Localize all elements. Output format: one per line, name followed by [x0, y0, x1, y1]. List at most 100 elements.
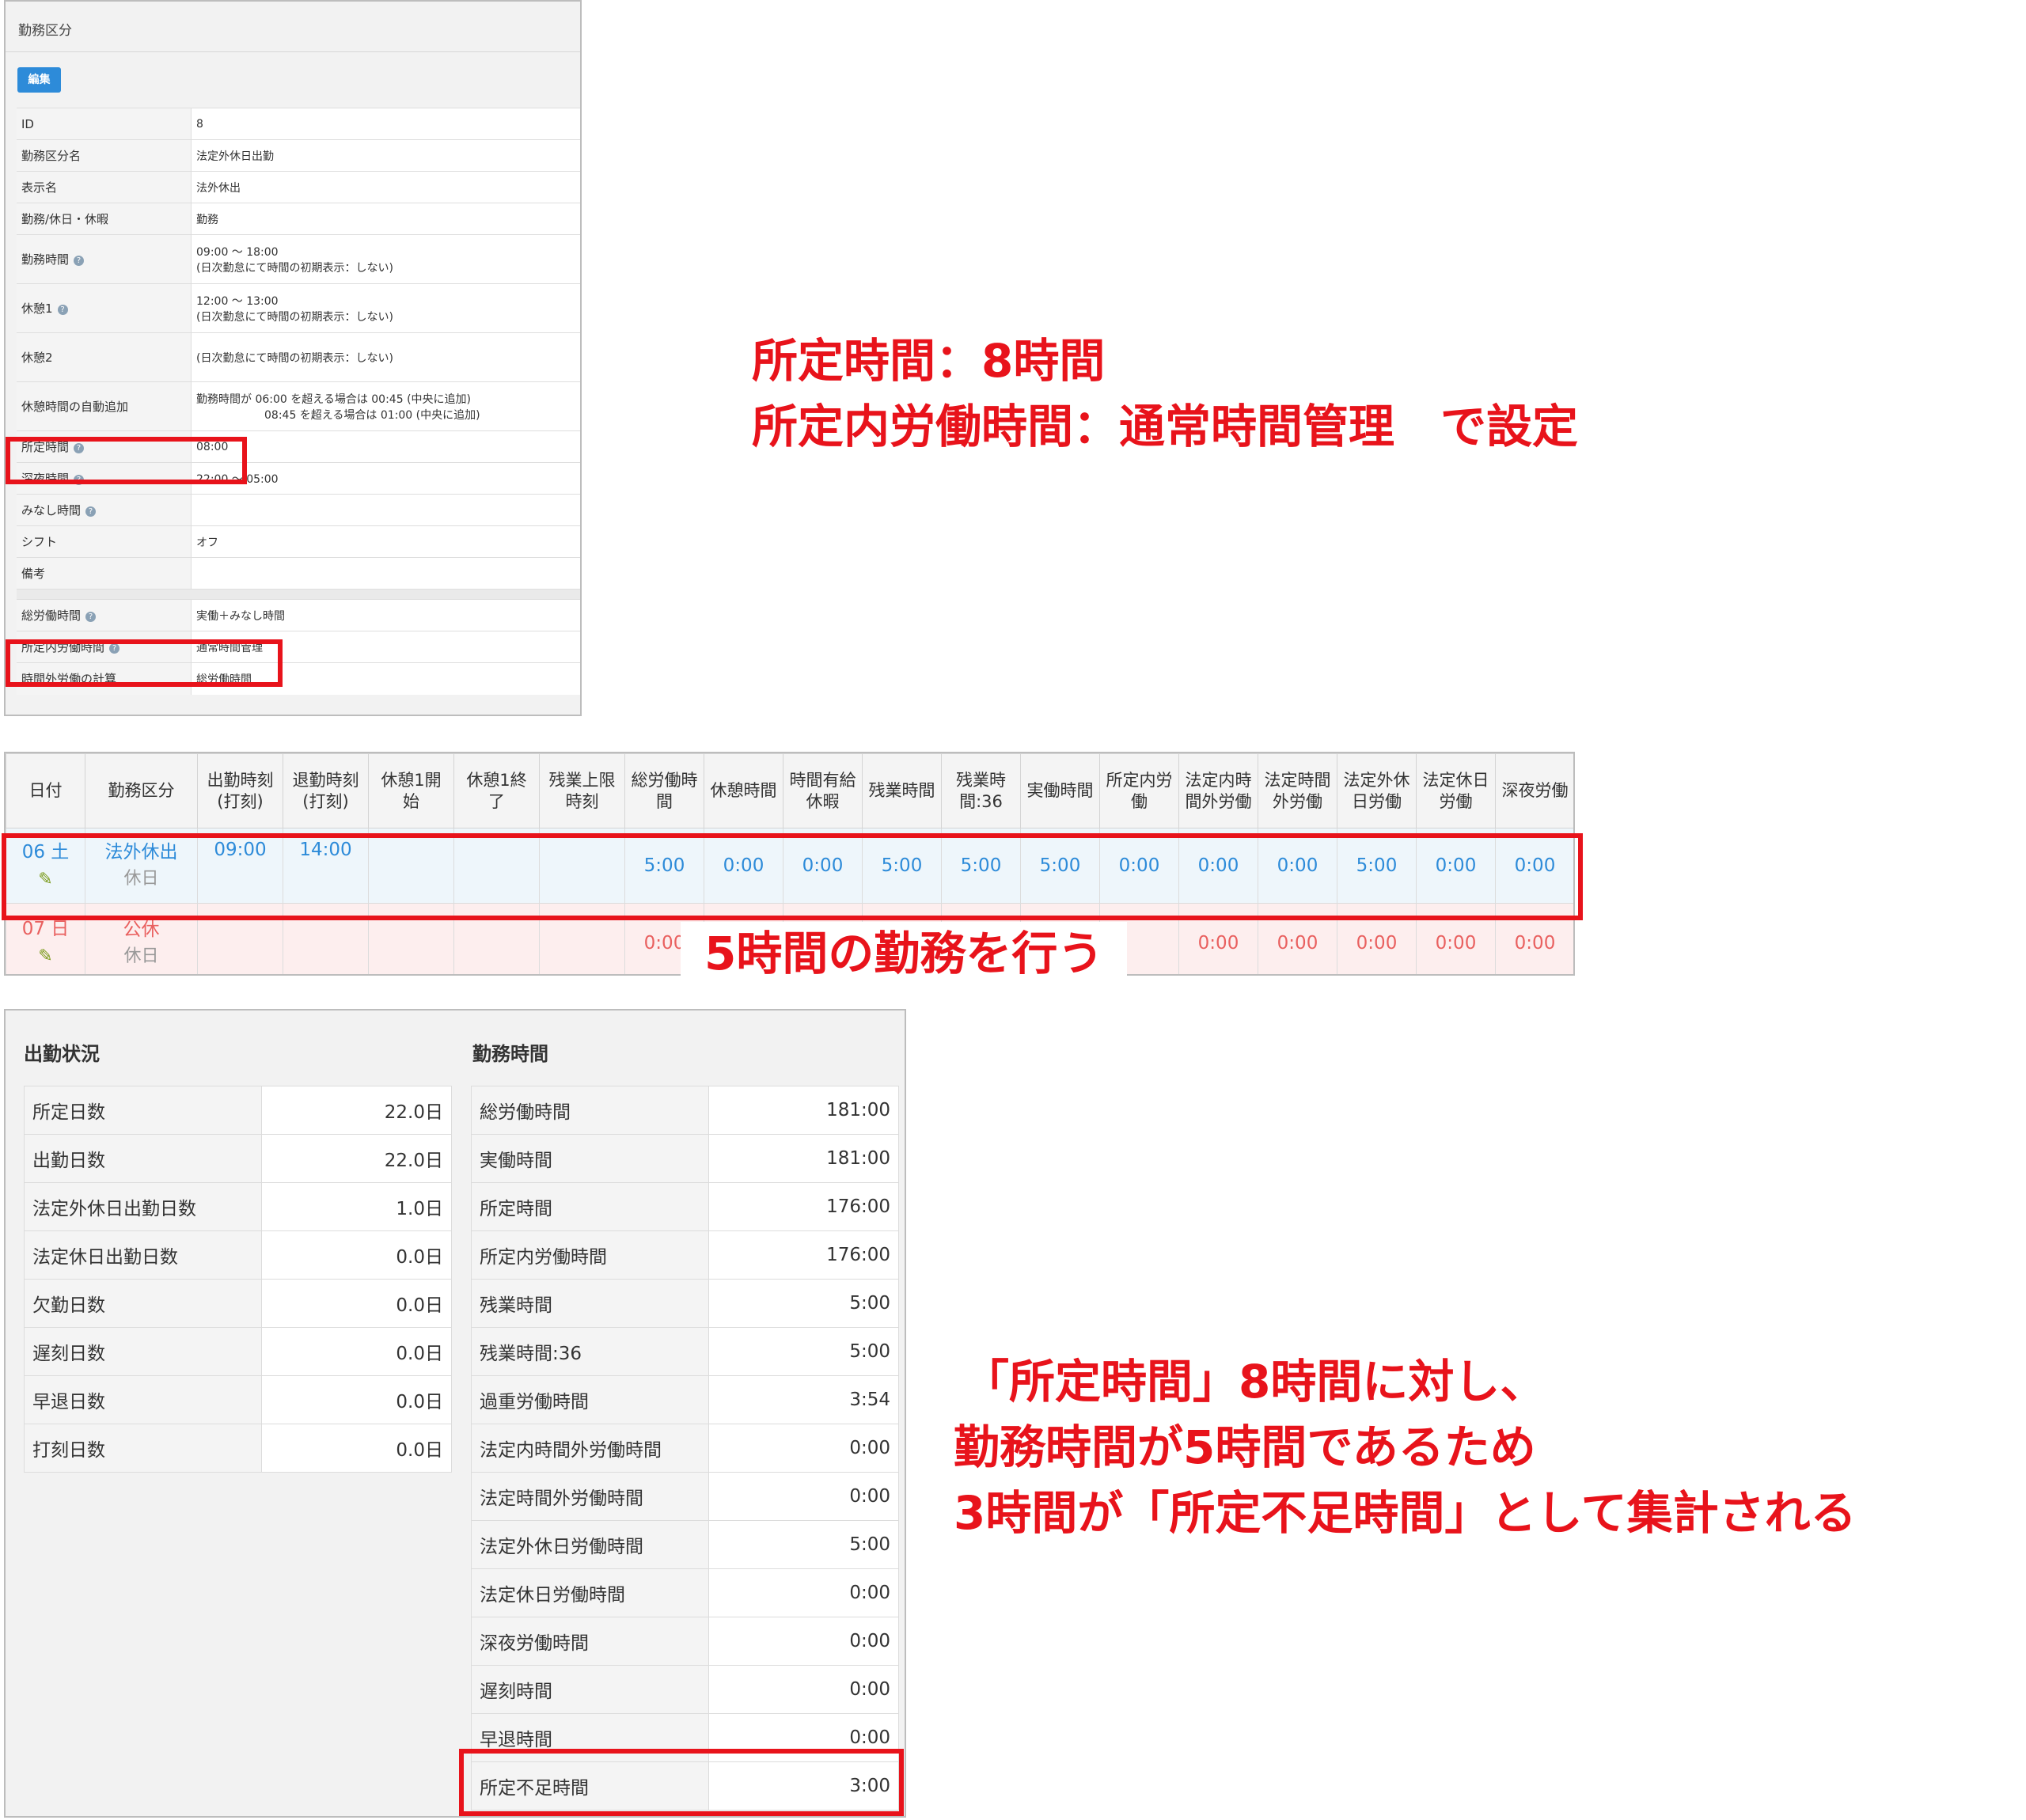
summary-row: 法定外休日労働時間 5:00: [471, 1520, 899, 1569]
detail-value-cell: 09:00 〜 18:00 (日次勤怠にて時間の初期表示：しない): [191, 234, 580, 284]
summary-value: 0:00: [708, 1617, 899, 1666]
column-header[interactable]: 勤務区分: [85, 753, 198, 828]
column-header[interactable]: 日付: [6, 753, 85, 828]
summary-value: 5:00: [708, 1327, 899, 1376]
summary-label: 法定外休日出勤日数: [24, 1182, 262, 1231]
detail-row: 勤務/休日・休暇 勤務: [17, 203, 580, 235]
note-mid: 5時間の勤務を行う: [681, 922, 1128, 985]
edit-button[interactable]: 編集: [17, 67, 61, 93]
highlight-box-prescribed-work-time: [6, 639, 283, 687]
summary-label: 実働時間: [471, 1134, 709, 1183]
detail-label-cell: 休憩1?: [17, 283, 192, 333]
summary-row: 打刻日数 0.0日: [24, 1424, 452, 1473]
note-bottom-line3: 3時間が「所定不足時間」として集計される: [954, 1486, 1857, 1540]
column-header[interactable]: 休憩1開始: [368, 753, 454, 828]
summary-value: 0.0日: [261, 1230, 452, 1280]
column-header[interactable]: 出勤時刻 (打刻): [197, 753, 283, 828]
summary-label: 残業時間: [471, 1279, 709, 1328]
summary-value: 0.0日: [261, 1327, 452, 1376]
help-icon[interactable]: ?: [74, 256, 85, 266]
holiday-label: 休日: [123, 946, 159, 966]
column-header[interactable]: 残業上限 時刻: [539, 753, 625, 828]
note-bottom: 「所定時間」8時間に対し、 勤務時間が5時間であるため 3時間が「所定不足時間」…: [954, 1349, 1857, 1546]
detail-row: 勤務時間? 09:00 〜 18:00 (日次勤怠にて時間の初期表示：しない): [17, 234, 580, 284]
detail-value: 8: [196, 117, 203, 131]
detail-label-cell: 勤務/休日・休暇: [17, 203, 192, 235]
summary-value: 0:00: [708, 1665, 899, 1714]
summary-row: 早退日数 0.0日: [24, 1375, 452, 1424]
detail-row: 休憩時間の自動追加 勤務時間が 06:00 を超える場合は 00:45 (中央に追…: [17, 381, 580, 431]
summary-label: 総労働時間: [471, 1086, 709, 1135]
column-header[interactable]: 所定内労働: [1099, 753, 1179, 828]
help-icon[interactable]: ?: [57, 305, 68, 315]
column-header[interactable]: 実働時間: [1020, 753, 1100, 828]
note-top: 所定時間：8時間 所定内労働時間：通常時間管理 で設定: [752, 328, 1578, 460]
column-header[interactable]: 法定時間 外労働: [1258, 753, 1337, 828]
summary-row: 総労働時間 181:00: [471, 1086, 899, 1135]
detail-label: 総労働時間: [21, 609, 82, 623]
column-header[interactable]: 時間有給 休暇: [783, 753, 863, 828]
column-header[interactable]: 法定外休 日労働: [1337, 753, 1417, 828]
detail-value-cell: [191, 494, 580, 526]
detail-row: 備考: [17, 557, 580, 590]
column-header[interactable]: 休憩1終了: [453, 753, 540, 828]
summary-label: 所定内労働時間: [471, 1230, 709, 1280]
summary-row: 残業時間:36 5:00: [471, 1327, 899, 1376]
summary-value: 0:00: [708, 1472, 899, 1521]
summary-label: 所定時間: [471, 1182, 709, 1231]
help-icon[interactable]: ?: [85, 612, 97, 622]
summary-label: 残業時間:36: [471, 1327, 709, 1376]
detail-label: シフト: [21, 535, 58, 549]
detail-row: 総労働時間? 実働＋みなし時間: [17, 599, 580, 631]
detail-value: 実働＋みなし時間: [196, 609, 285, 623]
detail-label: みなし時間: [21, 503, 82, 518]
detail-label-cell: 休憩時間の自動追加: [17, 381, 192, 431]
column-header[interactable]: 深夜労働: [1495, 753, 1573, 828]
detail-sub-value: (日次勤怠にて時間の初期表示：しない): [196, 310, 393, 324]
column-header[interactable]: 残業時間: [862, 753, 942, 828]
column-header[interactable]: 残業時 間:36: [941, 753, 1021, 828]
detail-value-cell: オフ: [191, 525, 580, 558]
summary-label: 法定時間外労働時間: [471, 1472, 709, 1521]
summary-value: 1.0日: [261, 1182, 452, 1231]
attendance-title: 出勤状況: [24, 1043, 100, 1065]
summary-row: 法定休日労働時間 0:00: [471, 1568, 899, 1617]
detail-label-cell: シフト: [17, 525, 192, 558]
detail-label: 勤務時間: [21, 252, 70, 267]
detail-value-cell: (日次勤怠にて時間の初期表示：しない): [191, 332, 580, 382]
summary-label: 打刻日数: [24, 1424, 262, 1473]
pencil-icon[interactable]: ✎: [38, 946, 52, 966]
detail-label-cell: 総労働時間?: [17, 599, 192, 631]
detail-value-cell: 実働＋みなし時間: [191, 599, 580, 631]
summary-row: 残業時間 5:00: [471, 1279, 899, 1328]
detail-value-cell: 法外休出: [191, 171, 580, 203]
detail-value-cell: 12:00 〜 13:00 (日次勤怠にて時間の初期表示：しない): [191, 283, 580, 333]
column-header[interactable]: 総労働時間: [624, 753, 704, 828]
help-icon[interactable]: ?: [85, 506, 97, 517]
note-bottom-line2: 勤務時間が5時間であるため: [954, 1420, 1536, 1474]
column-header[interactable]: 休憩時間: [704, 753, 783, 828]
detail-label: 休憩時間の自動追加: [21, 400, 129, 414]
detail-label: 勤務区分名: [21, 149, 82, 163]
column-header[interactable]: 法定内時 間外労働: [1178, 753, 1258, 828]
summary-label: 法定休日出勤日数: [24, 1230, 262, 1280]
work-time-table: 総労働時間 181:00 実働時間 181:00 所定時間 176:00 所定内労働時間 17…: [471, 1086, 899, 1811]
column-header[interactable]: 退勤時刻 (打刻): [283, 753, 369, 828]
summary-value: 3:54: [708, 1375, 899, 1424]
column-header[interactable]: 法定休日 労働: [1416, 753, 1496, 828]
summary-label: 出勤日数: [24, 1134, 262, 1183]
note-top-line2: 所定内労働時間：通常時間管理 で設定: [752, 400, 1579, 453]
summary-row: 所定内労働時間 176:00: [471, 1230, 899, 1280]
summary-row: 法定休日出勤日数 0.0日: [24, 1230, 452, 1280]
summary-label: 深夜労働時間: [471, 1617, 709, 1666]
summary-value: 22.0日: [261, 1134, 452, 1183]
detail-label: 備考: [21, 567, 46, 581]
detail-row: 休憩2 (日次勤怠にて時間の初期表示：しない): [17, 332, 580, 382]
summary-value: 0:00: [708, 1568, 899, 1617]
summary-value: 176:00: [708, 1182, 899, 1231]
detail-value-cell: 08:00: [191, 430, 580, 463]
separator-cell: [17, 589, 580, 600]
summary-value: 181:00: [708, 1134, 899, 1183]
detail-row: みなし時間?: [17, 494, 580, 526]
highlight-box-shortfall: [459, 1749, 904, 1816]
